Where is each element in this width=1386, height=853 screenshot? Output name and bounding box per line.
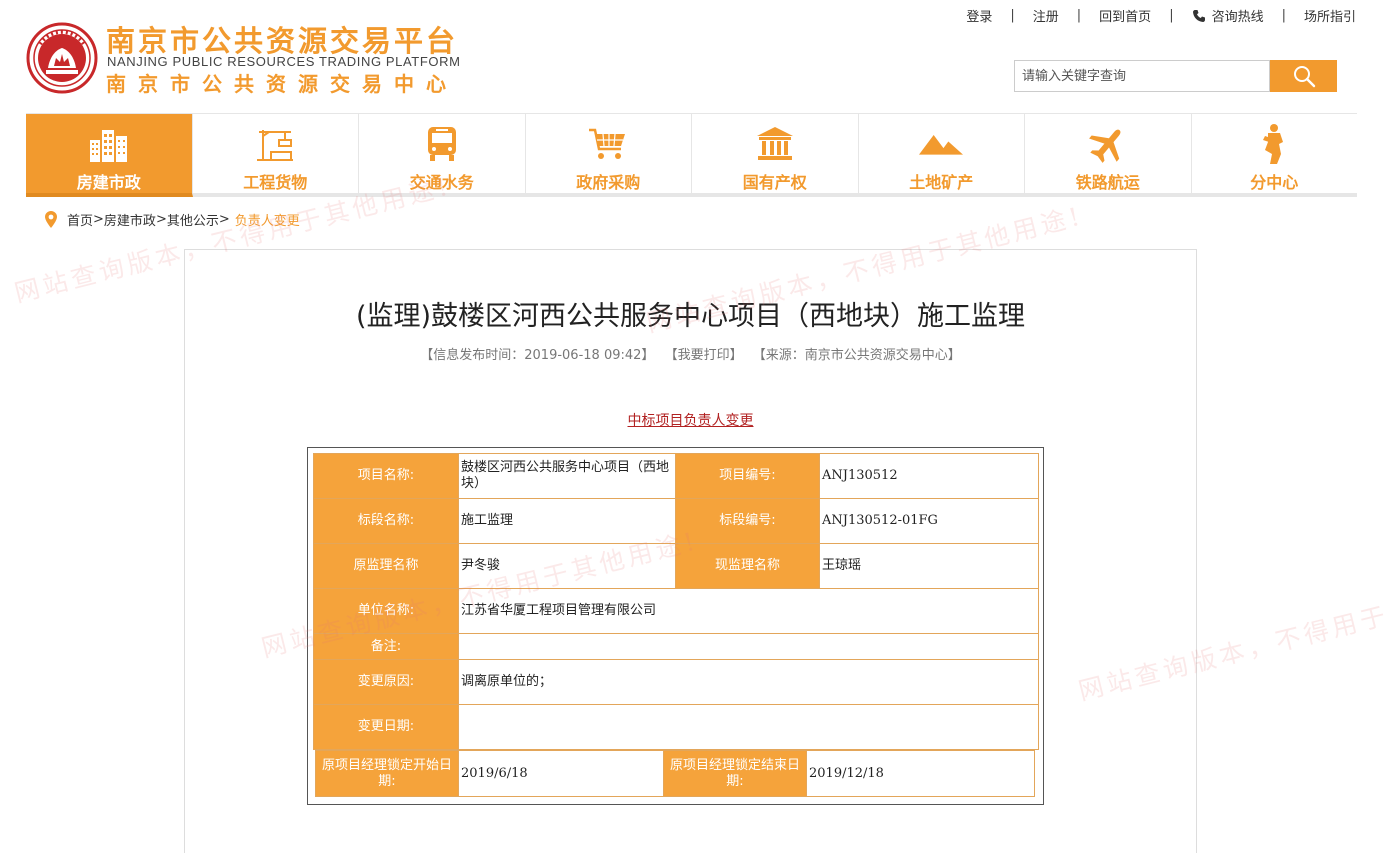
lock-date-table: 原项目经理锁定开始日期: 2019/6/18 原项目经理锁定结束日期: 2019… [315, 750, 1035, 797]
hotline-label: 咨询热线 [1211, 10, 1264, 25]
project-no-value: ANJ130512 [819, 453, 1039, 499]
nav-item-railway-shipping[interactable]: 铁路航运 [1025, 114, 1192, 193]
site-logo[interactable]: 南京市公共资源交易平台 NANJING PUBLIC RESOURCES TRA… [26, 18, 496, 96]
section-no-label: 标段编号: [675, 498, 820, 544]
article-title: (监理)鼓楼区河西公共服务中心项目（西地块）施工监理 [355, 301, 1026, 332]
project-name-value: 鼓楼区河西公共服务中心项目（西地块） [458, 453, 676, 499]
section-name-value: 施工监理 [458, 498, 676, 544]
nanjing-seal-icon [26, 22, 98, 94]
breadcrumb-home[interactable]: 首页 [67, 210, 93, 229]
project-name-label: 项目名称: [313, 453, 459, 499]
search-bar [1014, 60, 1337, 92]
search-icon [1293, 66, 1315, 88]
hotline-link[interactable]: 咨询热线 [1174, 6, 1282, 25]
search-input[interactable] [1014, 60, 1270, 92]
breadcrumb-separator: > [218, 212, 230, 227]
airplane-icon [1088, 129, 1121, 163]
table-row: 项目名称: 鼓楼区河西公共服务中心项目（西地块） 项目编号: ANJ130512 [313, 453, 1039, 499]
change-table-frame: 项目名称: 鼓楼区河西公共服务中心项目（西地块） 项目编号: ANJ130512… [307, 447, 1044, 805]
nav-item-procurement[interactable]: 政府采购 [526, 114, 692, 193]
nav-label: 土地矿产 [909, 173, 974, 192]
change-date-value [458, 704, 1039, 750]
table-row: 变更日期: [313, 704, 1039, 750]
nav-item-engineering[interactable]: 工程货物 [193, 114, 359, 193]
login-link[interactable]: 登录 [948, 6, 1010, 25]
nav-label: 铁路航运 [1075, 173, 1140, 192]
lock-start-value: 2019/6/18 [458, 750, 664, 797]
breadcrumb: 首页 > 房建市政 > 其他公示 > 负责人变更 [45, 210, 300, 229]
nav-item-branch[interactable]: 分中心 [1192, 114, 1358, 193]
brand-name-en: NANJING PUBLIC RESOURCES TRADING PLATFOR… [107, 54, 461, 69]
table-row: 原监理名称 尹冬骏 现监理名称 王琼瑶 [313, 543, 1039, 589]
phone-icon [1192, 9, 1205, 22]
nav-label: 交通水务 [409, 173, 474, 192]
main-nav: 房建市政 工程货物 交通水务 政府采购 国有产权 土地矿产 铁路航运 分中心 [26, 113, 1357, 197]
nav-label: 国有产权 [742, 173, 807, 192]
table-row: 原项目经理锁定开始日期: 2019/6/18 原项目经理锁定结束日期: 2019… [315, 750, 1035, 797]
nav-item-land[interactable]: 土地矿产 [859, 114, 1025, 193]
change-table: 项目名称: 鼓楼区河西公共服务中心项目（西地块） 项目编号: ANJ130512… [313, 453, 1039, 750]
lock-end-label: 原项目经理锁定结束日期: [663, 750, 807, 797]
lock-start-label: 原项目经理锁定开始日期: [315, 750, 459, 797]
article-meta: 【信息发布时间：2019-06-18 09:42】 【我要打印】 【来源：南京市… [185, 344, 1196, 363]
crane-icon [257, 130, 294, 161]
breadcrumb-level2[interactable]: 其他公示 [167, 210, 219, 229]
breadcrumb-separator: > [155, 212, 167, 227]
company-value: 江苏省华厦工程项目管理有限公司 [458, 588, 1039, 634]
new-supervisor-label: 现监理名称 [675, 543, 820, 589]
bank-icon [756, 127, 793, 160]
lock-end-value: 2019/12/18 [806, 750, 1035, 797]
guide-link[interactable]: 场所指引 [1286, 6, 1356, 25]
breadcrumb-separator: > [93, 212, 104, 227]
location-pin-icon [45, 211, 57, 228]
reason-value: 调离原单位的； [458, 659, 1039, 705]
nav-label: 工程货物 [243, 173, 308, 192]
article-panel: (监理)鼓楼区河西公共服务中心项目（西地块）施工监理 【信息发布时间：2019-… [184, 249, 1197, 853]
nav-label: 房建市政 [76, 173, 141, 192]
project-no-label: 项目编号: [675, 453, 820, 499]
mountain-icon [919, 135, 964, 155]
section-no-value: ANJ130512-01FG [819, 498, 1039, 544]
change-date-label: 变更日期: [313, 704, 459, 750]
breadcrumb-current: 负责人变更 [234, 214, 300, 229]
buildings-icon [89, 130, 127, 162]
top-links: 登录 | 注册 | 回到首页 | 咨询热线 | 场所指引 [948, 6, 1356, 25]
remark-value [458, 633, 1039, 660]
nav-item-transport[interactable]: 交通水务 [359, 114, 526, 193]
cart-icon [589, 128, 626, 159]
nav-item-housing[interactable]: 房建市政 [26, 114, 193, 197]
old-supervisor-value: 尹冬骏 [458, 543, 676, 589]
table-row: 标段名称: 施工监理 标段编号: ANJ130512-01FG [313, 498, 1039, 544]
nav-label: 分中心 [1250, 173, 1299, 192]
search-button[interactable] [1270, 60, 1337, 92]
company-label: 单位名称: [313, 588, 459, 634]
source-text: 【来源：南京市公共资源交易中心】 [752, 348, 961, 363]
table-row: 备注: [313, 633, 1039, 660]
notice-title-link[interactable]: 中标项目负责人变更 [185, 410, 1196, 430]
home-link[interactable]: 回到首页 [1081, 6, 1169, 25]
publish-time: 【信息发布时间：2019-06-18 09:42】 [420, 348, 655, 363]
reason-label: 变更原因: [313, 659, 459, 705]
brand-sub-cn: 南京市公共资源交易中心 [106, 72, 458, 96]
figure-icon [1263, 124, 1284, 164]
section-name-label: 标段名称: [313, 498, 459, 544]
bus-icon [427, 127, 456, 161]
table-row: 单位名称: 江苏省华厦工程项目管理有限公司 [313, 588, 1039, 634]
old-supervisor-label: 原监理名称 [313, 543, 459, 589]
register-link[interactable]: 注册 [1015, 6, 1077, 25]
nav-item-state-assets[interactable]: 国有产权 [692, 114, 859, 193]
table-row: 变更原因: 调离原单位的； [313, 659, 1039, 705]
nav-label: 政府采购 [576, 173, 641, 192]
print-link[interactable]: 【我要打印】 [665, 348, 743, 363]
breadcrumb-level1[interactable]: 房建市政 [104, 210, 156, 229]
new-supervisor-value: 王琼瑶 [819, 543, 1039, 589]
remark-label: 备注: [313, 633, 459, 660]
